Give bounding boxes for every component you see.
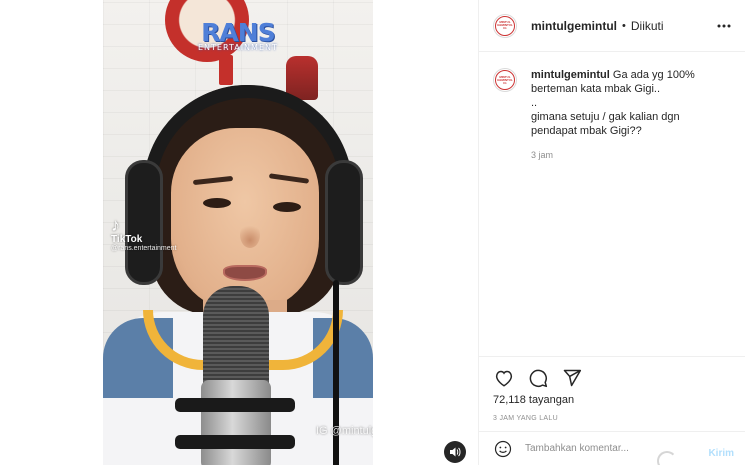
- post-header: MINTUL GEMINTUL IG mintulgemintul • Diik…: [479, 0, 745, 52]
- caption-text-line: gimana setuju / gak kalian dgn: [531, 111, 680, 123]
- avatar-logo: MINTUL GEMINTUL IG: [495, 70, 515, 90]
- emoji-icon: [494, 440, 512, 457]
- tiktok-watermark: ♪ TikTok @rans.entertainment: [111, 215, 176, 252]
- comment-input[interactable]: [525, 443, 705, 454]
- avatar-logo: MINTUL GEMINTUL IG: [495, 15, 515, 36]
- headphones-right-cup: [325, 160, 363, 285]
- ig-watermark: IG @mintulgemintul: [316, 425, 373, 437]
- sound-toggle-button[interactable]: [444, 441, 466, 463]
- post-caption: MINTUL GEMINTUL IG mintulgemintul Ga ada…: [493, 68, 738, 162]
- view-count: 72,118 tayangan: [493, 394, 575, 406]
- more-options-button[interactable]: [714, 16, 734, 36]
- caption-first-line: mintulgemintul Ga ada yg 100%: [531, 68, 695, 82]
- tiktok-handle: @rans.entertainment: [111, 245, 177, 252]
- follow-status-button[interactable]: Diikuti: [631, 19, 664, 33]
- caption-body: mintulgemintul Ga ada yg 100% berteman k…: [531, 68, 695, 162]
- avatar[interactable]: MINTUL GEMINTUL IG: [493, 13, 517, 38]
- posted-time[interactable]: 3 JAM YANG LALU: [493, 415, 558, 422]
- person-nose: [240, 222, 260, 248]
- video-player[interactable]: RANS ENTERTAINMENT ♪ TikTok @rans.entert…: [103, 0, 373, 465]
- tiktok-label: TikTok: [111, 234, 143, 245]
- loading-spinner: [657, 451, 677, 465]
- caption-text-line: Ga ada yg 100%: [612, 69, 695, 81]
- comment-button[interactable]: [527, 367, 549, 389]
- rans-logo: RANS ENTERTAINMENT: [198, 18, 278, 52]
- caption-text-line: pendapat mbak Gigi??: [531, 125, 642, 137]
- comment-icon: [529, 369, 548, 388]
- speaker-icon: [450, 447, 461, 457]
- microphone-mount-lower: [175, 435, 295, 449]
- share-button[interactable]: [561, 367, 583, 389]
- send-comment-button[interactable]: Kirim: [708, 448, 734, 459]
- header-separator: •: [622, 19, 626, 32]
- clock-stand: [219, 55, 233, 85]
- caption-timestamp[interactable]: 3 jam: [531, 148, 695, 162]
- action-icons: [493, 367, 583, 389]
- heart-icon: [495, 370, 513, 387]
- avatar-text-3: IG: [503, 80, 507, 85]
- avatar-text-3: IG: [503, 26, 507, 30]
- caption-text-line: berteman kata mbak Gigi..: [531, 83, 661, 95]
- header-username-link[interactable]: mintulgemintul: [531, 19, 617, 33]
- caption-avatar[interactable]: MINTUL GEMINTUL IG: [493, 68, 517, 92]
- right-eye: [273, 202, 301, 212]
- tiktok-icon: ♪: [111, 215, 120, 235]
- post-details-panel: MINTUL GEMINTUL IG mintulgemintul • Diik…: [478, 0, 745, 465]
- headphones-cable: [333, 280, 339, 465]
- caption-username-link[interactable]: mintulgemintul: [531, 69, 610, 81]
- microphone-body: [201, 380, 271, 465]
- left-eye: [203, 198, 231, 208]
- comment-form: Kirim: [479, 431, 745, 465]
- like-button[interactable]: [493, 367, 515, 389]
- person-face: [171, 128, 319, 313]
- caption-text-line: ..: [531, 97, 538, 109]
- person-mouth: [223, 265, 267, 281]
- microphone-mount: [175, 398, 295, 412]
- share-icon: [563, 369, 582, 387]
- post-media: RANS ENTERTAINMENT ♪ TikTok @rans.entert…: [0, 0, 478, 465]
- emoji-button[interactable]: [493, 439, 513, 459]
- logo-subtext: ENTERTAINMENT: [198, 43, 278, 52]
- more-icon: [717, 24, 731, 28]
